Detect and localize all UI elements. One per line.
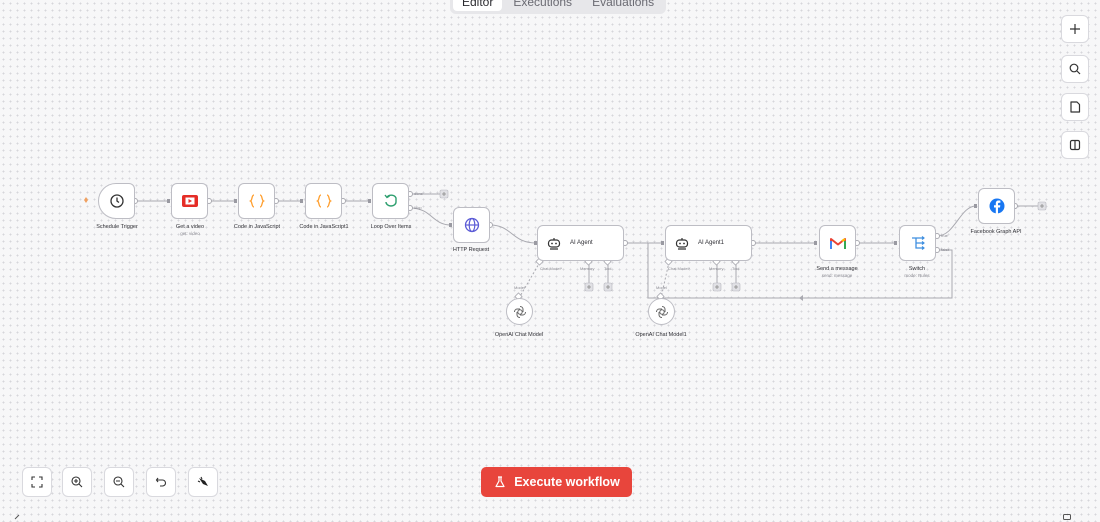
tab-evaluations[interactable]: Evaluations [583,0,663,11]
node-label-facebook-graph-api: Facebook Graph API [970,229,1022,235]
tidy-up-icon [197,476,208,486]
flask-icon [495,476,505,488]
add-node-button[interactable] [1061,15,1089,43]
zoom-in-icon [71,476,83,488]
port-label-tool: Tool [604,266,612,271]
node-label-openai-chat-model: OpenAI Chat Model [494,332,544,338]
node-sub-get-video: get: video [180,231,200,236]
braces-icon [315,194,332,208]
view-tabs: Editor Executions Evaluations [450,0,667,14]
facebook-icon [989,198,1004,214]
panel-icon [1069,139,1081,151]
openai-icon [655,305,668,318]
robot-icon [547,238,561,250]
zoom-out-icon [113,476,125,488]
node-label-ai-agent1: AI Agent1 [698,240,725,246]
node-label-http-request: HTTP Request [452,247,490,253]
corner-handle-icon [1063,514,1071,520]
node-label-ai-agent: AI Agent [570,240,593,246]
node-label-switch: Switch [908,266,926,272]
node-openai-chat-model1[interactable] [648,298,675,325]
plus-icon [1070,24,1080,34]
reset-zoom-button[interactable] [146,467,176,497]
node-send-message[interactable] [819,225,856,261]
node-switch[interactable] [899,225,936,261]
port-label-chat-model: Chat Model* [540,266,563,271]
toggle-panel-button[interactable] [1061,131,1089,159]
node-sub-switch: mode: Rules [904,273,930,278]
node-openai-chat-model[interactable] [506,298,533,325]
port-label-model1: Model [656,285,667,290]
tab-editor[interactable]: Editor [453,0,503,11]
node-ai-agent1[interactable]: AI Agent1 [665,225,752,261]
node-schedule-trigger[interactable] [98,183,135,219]
node-code-javascript1[interactable] [305,183,342,219]
robot-icon [675,238,689,250]
port-label-tool1: Tool [732,266,740,271]
port-label-loop: loop [414,205,422,210]
port-label-memory: Memory [580,266,595,271]
execute-workflow-label: Execute workflow [514,475,620,489]
node-ai-agent[interactable]: AI Agent [537,225,624,261]
youtube-icon [181,195,198,207]
node-loop-over-items[interactable] [372,183,409,219]
port-label-memory1: Memory [709,266,724,271]
port-label-false: false [941,247,950,252]
port-label-done: done [414,191,423,196]
loop-icon [383,194,397,207]
openai-icon [513,305,526,318]
fit-view-button[interactable] [22,467,52,497]
add-sticky-note-button[interactable] [1061,93,1089,121]
clock-icon [109,194,124,208]
node-code-javascript[interactable] [238,183,275,219]
fit-view-icon [31,476,43,488]
node-facebook-graph-api[interactable] [978,188,1015,224]
search-nodes-button[interactable] [1061,55,1089,83]
node-sub-send-message: send: message [821,273,853,278]
port-label-chat-model1: Chat Model* [668,266,691,271]
globe-icon [464,217,479,233]
tidy-up-button[interactable] [188,467,218,497]
gmail-icon [829,238,846,249]
execute-workflow-button[interactable]: Execute workflow [481,467,632,497]
switch-icon [911,236,925,250]
reset-zoom-icon [155,477,166,487]
tab-executions[interactable]: Executions [504,0,581,11]
workflow-canvas[interactable]: Editor Executions Evaluations Execute wo… [0,0,1100,522]
connections [84,189,1047,301]
zoom-in-button[interactable] [62,467,92,497]
node-label-loop-over-items: Loop Over Items [370,224,412,230]
port-label-model: Model [514,285,525,290]
zoom-out-button[interactable] [104,467,134,497]
braces-icon [248,194,265,208]
node-label-send-message: Send a message [816,266,858,272]
sticky-note-icon [1070,101,1081,113]
search-icon [1069,63,1081,75]
corner-indicator-icon [14,514,20,520]
node-label-openai-chat-model1: OpenAI Chat Model1 [635,332,687,338]
node-http-request[interactable] [453,207,490,243]
node-get-video[interactable] [171,183,208,219]
port-label-true: true [941,233,948,238]
